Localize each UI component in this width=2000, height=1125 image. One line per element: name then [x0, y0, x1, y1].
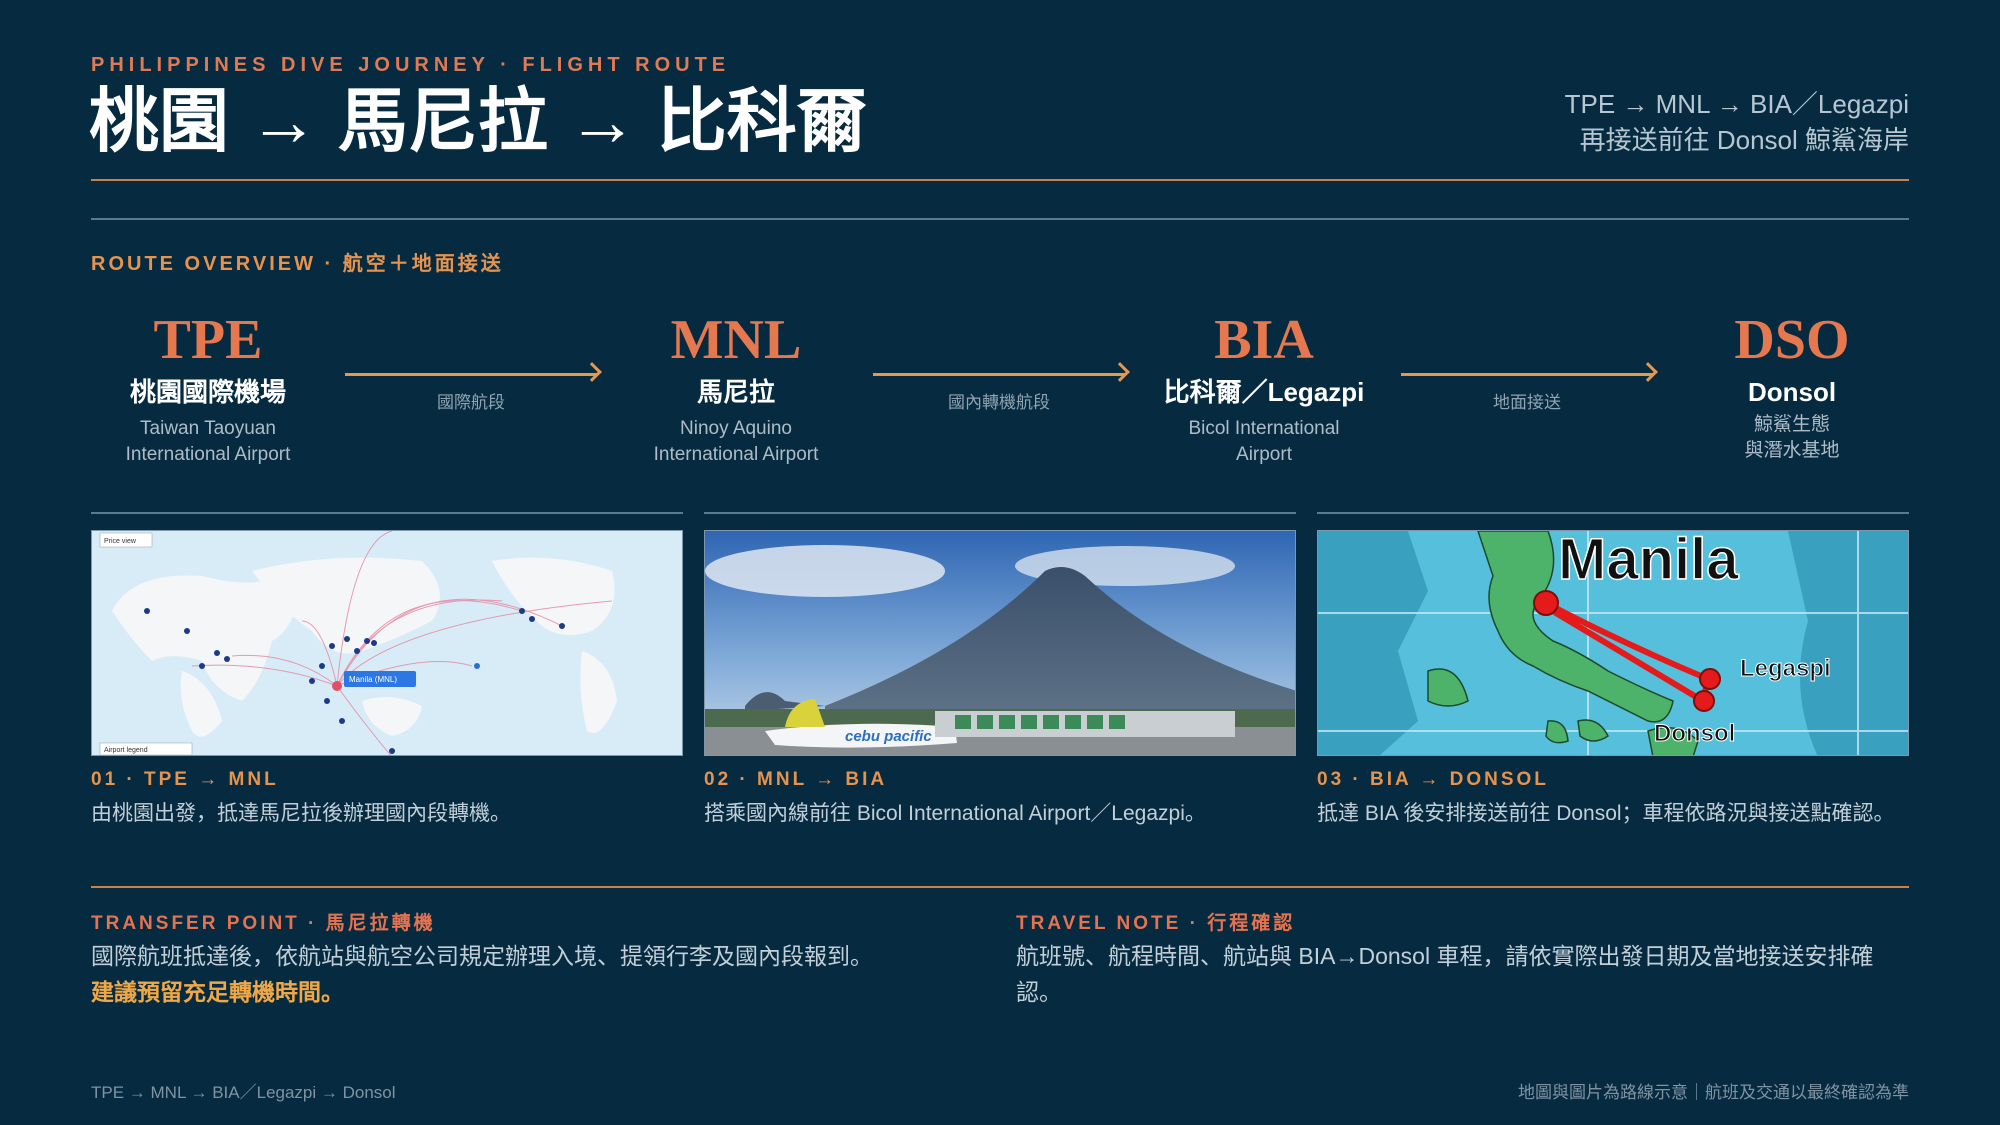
stop-sub: Bicol International Airport	[1104, 416, 1424, 468]
route-stop-bia: BIA 比科爾／Legazpi Bicol International Airp…	[1104, 308, 1424, 468]
stop-code: BIA	[1214, 309, 1314, 371]
step-title: 03 · BIA → DONSOL	[1317, 769, 1549, 790]
arrow-line	[1401, 373, 1653, 376]
stop-sub: 鯨鯊生態 與潛水基地	[1632, 412, 1952, 464]
stop-sub-line: International Airport	[125, 444, 291, 465]
header-divider	[91, 179, 1909, 181]
stop-sub-line: 與潛水基地	[1744, 440, 1840, 461]
stop-sub-line: Airport	[1236, 444, 1292, 465]
footer-route: TPE → MNL → BIA／Legazpi → Donsol	[91, 1083, 396, 1102]
section-divider	[91, 218, 1909, 220]
stop-code: TPE	[153, 309, 263, 371]
stop-sub-line: 鯨鯊生態	[1753, 414, 1830, 435]
map-footer-text: Airport legend	[104, 747, 148, 754]
step-description: 由桃園出發，抵達馬尼拉後辦理國內段轉機。	[91, 802, 511, 825]
step-description: 搭乘國內線前往 Bicol International Airport／Lega…	[704, 802, 1206, 825]
map-label-donsol: Donsol	[1654, 720, 1735, 747]
world-route-map-image: Price view Manila (MNL) Airport legend	[91, 530, 683, 756]
column-divider	[91, 512, 683, 514]
arrow-line	[873, 373, 1125, 376]
header-route-summary: TPE → MNL → BIA／Legazpi 再接送前往 Donsol 鯨鯊海…	[1565, 86, 1909, 158]
stop-sub-line: Bicol International	[1188, 418, 1340, 439]
stop-sub: Ninoy Aquino International Airport	[576, 416, 896, 468]
transfer-note-title: TRANSFER POINT · 馬尼拉轉機	[91, 913, 436, 934]
route-stop-dso: DSO Donsol 鯨鯊生態 與潛水基地	[1632, 308, 1952, 464]
step-title: 02 · MNL → BIA	[704, 769, 888, 790]
stop-name: 馬尼拉	[696, 377, 775, 407]
page-title: 桃園 → 馬尼拉 → 比科爾	[89, 82, 867, 160]
map-badge-text: Price view	[104, 538, 137, 545]
step-title: 01 · TPE → MNL	[91, 769, 279, 790]
column-divider	[704, 512, 1296, 514]
transfer-note-body: 國際航班抵達後，依航站與航空公司規定辦理入境、提領行李及國內段報到。 建議預留充…	[91, 938, 1001, 1010]
stop-sub-line: Ninoy Aquino	[680, 418, 792, 439]
map-label-legaspi: Legaspi	[1740, 655, 1831, 682]
stop-code: MNL	[670, 309, 802, 371]
route-overview-label: ROUTE OVERVIEW · 航空＋地面接送	[91, 253, 504, 275]
volcano-airport-photo: cebu pacific	[704, 530, 1296, 756]
footer-disclaimer: 地圖與圖片為路線示意｜航班及交通以最終確認為準	[1518, 1083, 1909, 1102]
stop-name: 桃園國際機場	[129, 377, 286, 407]
route-stop-tpe: TPE 桃園國際機場 Taiwan Taoyuan International …	[48, 308, 368, 468]
transfer-note-text: 國際航班抵達後，依航站與航空公司規定辦理入境、提領行李及國內段報到。	[91, 943, 873, 969]
plane-livery-text: cebu pacific	[845, 728, 932, 745]
philippines-route-map: Manila Legaspi Donsol	[1317, 530, 1909, 756]
leg-label: 地面接送	[1493, 393, 1561, 412]
notes-divider	[91, 886, 1909, 888]
route-stop-mnl: MNL 馬尼拉 Ninoy Aquino International Airpo…	[576, 308, 896, 468]
stop-name: 比科爾／Legazpi	[1163, 377, 1365, 407]
arrow-line	[345, 373, 597, 376]
header-kicker: PHILIPPINES DIVE JOURNEY · FLIGHT ROUTE	[91, 54, 731, 76]
stop-code: DSO	[1734, 309, 1850, 371]
travel-note-title: TRAVEL NOTE · 行程確認	[1016, 913, 1296, 934]
leg-label: 國內轉機航段	[948, 393, 1050, 412]
stop-name: Donsol	[1747, 377, 1837, 407]
leg-label: 國際航段	[437, 393, 505, 412]
stop-sub: Taiwan Taoyuan International Airport	[48, 416, 368, 468]
transfer-note-highlight: 建議預留充足轉機時間。	[91, 979, 344, 1005]
map-label-manila: Manila	[1558, 531, 1739, 592]
step-description: 抵達 BIA 後安排接送前往 Donsol；車程依路況與接送點確認。	[1317, 802, 1895, 825]
header-route-line: TPE → MNL → BIA／Legazpi	[1564, 89, 1909, 119]
header-route-sub: 再接送前往 Donsol 鯨鯊海岸	[1579, 125, 1909, 155]
map-tag-text: Manila (MNL)	[349, 675, 397, 684]
stop-sub-line: International Airport	[653, 444, 819, 465]
stop-sub-line: Taiwan Taoyuan	[140, 418, 276, 439]
travel-note-body: 航班號、航程時間、航站與 BIA→Donsol 車程，請依實際出發日期及當地接送…	[1016, 943, 1874, 1005]
column-divider	[1317, 512, 1909, 514]
